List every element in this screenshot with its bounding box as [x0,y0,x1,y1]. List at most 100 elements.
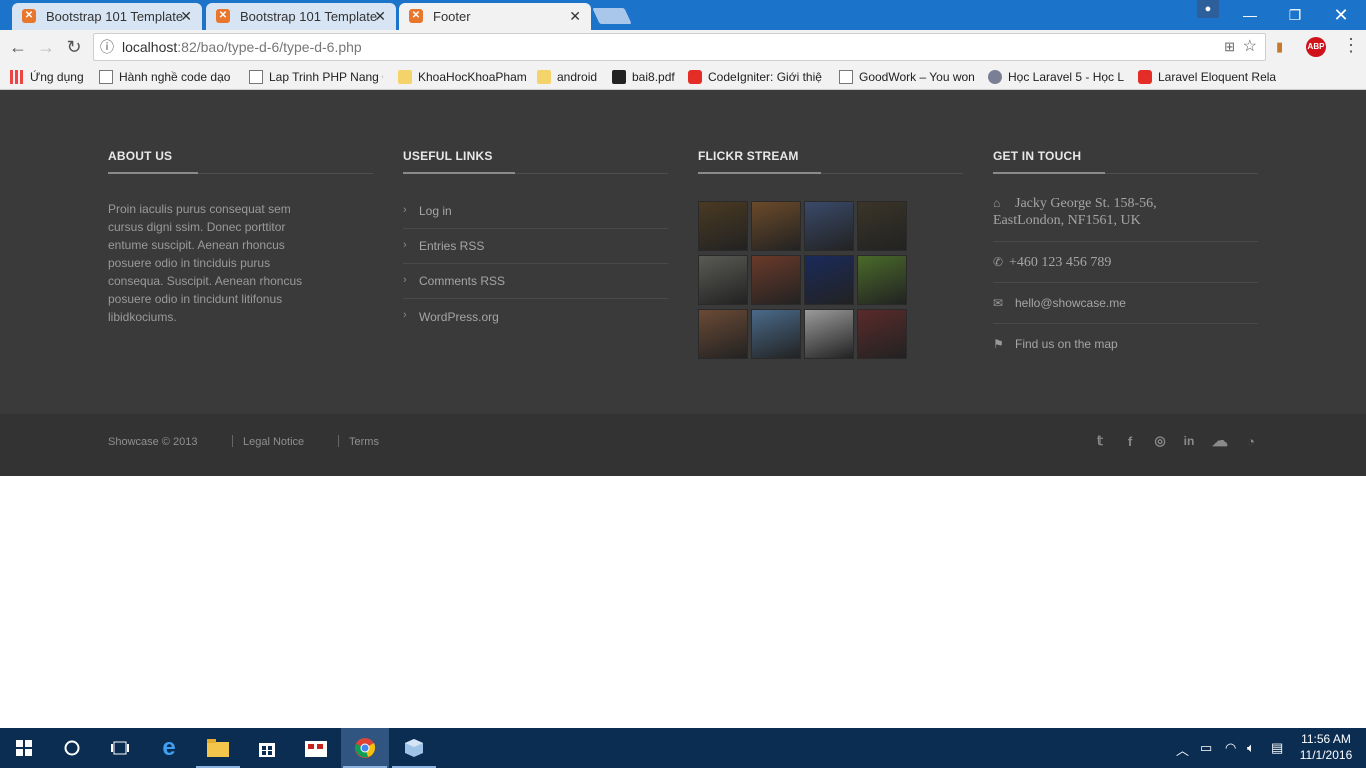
edge-browser-icon[interactable]: e [145,728,193,768]
flickr-thumbnail[interactable] [804,255,854,305]
folder-icon [398,70,412,84]
bookmark-label: Ứng dụng [30,70,84,84]
tab-close-icon[interactable]: ✕ [180,8,192,25]
footer-link[interactable]: › WordPress.org [403,299,668,334]
flickr-thumbnail[interactable] [751,201,801,251]
restore-button[interactable]: ❐ [1272,0,1318,30]
flickr-thumbnail[interactable] [857,309,907,359]
facebook-icon[interactable]: f [1121,432,1139,450]
profile-icon[interactable]: ● [1197,0,1219,18]
file-explorer-icon[interactable] [194,728,242,768]
address-bar[interactable]: ⓘ localhost:82/bao/type-d-6/type-d-6.php… [93,33,1266,61]
footer-link[interactable]: › Comments RSS [403,264,668,299]
translate-icon[interactable]: ⊞ [1224,34,1235,60]
battery-icon[interactable]: ▭ [1200,740,1212,756]
flickr-thumbnail[interactable] [751,309,801,359]
browser-titlebar: ✕ Bootstrap 101 Template ✕ ✕ Bootstrap 1… [0,0,1366,30]
contact-heading: GET IN TOUCH [993,149,1082,163]
tab-close-icon[interactable]: ✕ [569,8,581,25]
bookmark-label: Lap Trinh PHP Nang C [269,70,383,84]
extension-icon[interactable]: ▮ [1276,39,1290,54]
link-label: Comments RSS [419,274,506,288]
bookmark-label: GoodWork – You won [859,70,975,84]
cloud-icon[interactable]: ☁ [1211,432,1229,450]
bookmark-star-icon[interactable]: ☆ [1243,34,1257,60]
dribbble-icon[interactable]: ◎ [1151,432,1169,450]
bookmark-apps[interactable]: Ứng dụng [10,68,90,86]
bookmark-item[interactable]: Laravel Eloquent Relat [1138,68,1276,86]
footer-link[interactable]: › Log in [403,194,668,229]
store-icon[interactable] [243,728,291,768]
divider [232,435,233,447]
footer-link[interactable]: › Entries RSS [403,229,668,264]
email-address: hello@showcase.me [1015,296,1126,310]
flickr-thumbnail[interactable] [698,201,748,251]
chevron-right-icon: › [403,309,407,321]
page-icon [99,70,113,84]
adblock-icon[interactable]: ABP [1306,37,1326,57]
bookmark-item[interactable]: Hành nghề code dạo [99,68,233,86]
flickr-thumbnail[interactable] [857,201,907,251]
menu-icon[interactable]: ⋮ [1342,35,1360,56]
contact-divider [993,241,1258,242]
contact-email[interactable]: ✉ hello@showcase.me [993,296,1126,310]
show-hidden-icons-icon[interactable]: ︿ [1176,740,1189,759]
taskbar-clock[interactable]: 11:56 AM 11/1/2016 [1296,731,1356,763]
browser-tab[interactable]: ✕ Bootstrap 101 Template ✕ [12,3,202,30]
windows-start-icon[interactable] [0,728,48,768]
bookmarks-bar: Ứng dụng Hành nghề code dạo Lap Trinh PH… [0,64,1366,90]
flickr-heading: FLICKR STREAM [698,149,799,163]
contact-map-link[interactable]: ⚑ Find us on the map [993,337,1118,351]
info-icon: ⓘ [100,39,114,55]
flickr-thumbnail[interactable] [698,309,748,359]
linkedin-icon[interactable]: in [1180,432,1198,450]
bookmark-folder[interactable]: android [537,68,601,86]
contact-phone: ✆ +460 123 456 789 [993,254,1111,271]
bookmark-folder[interactable]: KhoaHocKhoaPham [398,68,526,86]
rss-icon[interactable]: ◔ [1242,432,1260,450]
browser-tab-active[interactable]: ✕ Footer ✕ [399,3,591,30]
bookmark-item[interactable]: CodeIgniter: Giới thiệ [688,68,824,86]
url-host: localhost [122,39,178,55]
twitter-icon[interactable]: 𝕥 [1091,432,1109,450]
forward-icon[interactable]: → [33,34,59,60]
address-line: Jacky George St. 158-56, [1015,196,1157,211]
heading-divider [403,172,668,174]
minimize-button[interactable]: — [1227,0,1273,30]
browser-toolbar: ← → ↻ ⓘ localhost:82/bao/type-d-6/type-d… [0,30,1366,64]
flickr-thumbnail[interactable] [751,255,801,305]
new-tab-button[interactable] [592,8,632,24]
folder-icon [537,70,551,84]
tab-close-icon[interactable]: ✕ [374,8,386,25]
flickr-thumbnail[interactable] [804,201,854,251]
links-heading: USEFUL LINKS [403,149,493,163]
clock-date: 11/1/2016 [1299,748,1353,762]
chrome-icon[interactable] [341,728,389,768]
flickr-thumbnail[interactable] [804,309,854,359]
xampp-icon: ✕ [409,9,423,23]
cortana-search-icon[interactable] [48,728,96,768]
tab-label: Bootstrap 101 Template [46,9,184,24]
bookmark-item[interactable]: Học Laravel 5 - Học La [988,68,1124,86]
flickr-thumbnail[interactable] [698,255,748,305]
terms-link[interactable]: Terms [349,436,379,448]
browser-tab[interactable]: ✕ Bootstrap 101 Template ✕ [206,3,396,30]
legal-notice-link[interactable]: Legal Notice [243,436,304,448]
windows-taskbar: e ︿ ▭ ◠ 🔈︎ ▤ 11:56 AM 11/1/2016 [0,728,1366,768]
task-view-icon[interactable] [96,728,144,768]
volume-icon[interactable]: 🔈︎ [1247,740,1255,756]
bookmark-label: Laravel Eloquent Relat [1158,70,1276,84]
bookmark-item[interactable]: Lap Trinh PHP Nang C [249,68,383,86]
reload-icon[interactable]: ↻ [61,34,87,60]
bookmark-item[interactable]: GoodWork – You won [839,68,975,86]
wifi-icon[interactable]: ◠ [1225,740,1236,756]
back-icon[interactable]: ← [5,34,31,60]
app-icon[interactable] [292,728,340,768]
flickr-thumbnail[interactable] [857,255,907,305]
flag-icon: ⚑ [993,337,1004,351]
close-window-button[interactable]: ✕ [1318,0,1364,30]
virtualbox-icon[interactable] [390,728,438,768]
bookmark-item[interactable]: bai8.pdf [612,68,678,86]
notifications-icon[interactable]: ▤ [1271,740,1283,756]
contact-divider [993,323,1258,324]
